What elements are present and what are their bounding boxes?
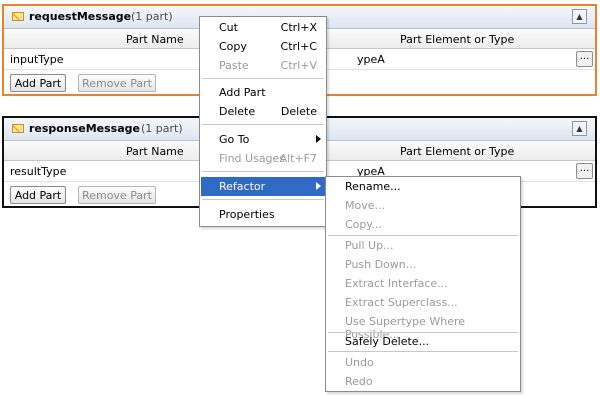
menu-separator <box>328 351 518 352</box>
menu-separator <box>202 171 324 172</box>
menu-item-label: Rename... <box>345 180 401 193</box>
menu-item-undo[interactable]: Undo <box>327 353 519 372</box>
menu-item-extract-interface[interactable]: Extract Interface... <box>327 274 519 293</box>
column-header-part-name[interactable]: Part Name <box>126 145 184 158</box>
collapse-button[interactable]: ▲ <box>572 121 587 136</box>
collapse-button[interactable]: ▲ <box>572 9 587 24</box>
add-part-button[interactable]: Add Part <box>10 74 66 92</box>
menu-item-label: Extract Superclass... <box>345 296 458 309</box>
menu-item-shortcut: Ctrl+V <box>280 59 317 72</box>
menu-item-go-to[interactable]: Go To <box>201 130 325 149</box>
menu-item-label: Pull Up... <box>345 239 394 252</box>
submenu-arrow-icon <box>316 135 321 143</box>
menu-item-shortcut: Ctrl+C <box>280 40 317 53</box>
menu-separator <box>202 199 324 200</box>
column-header-part-name[interactable]: Part Name <box>126 33 184 46</box>
menu-item-shortcut: Ctrl+X <box>280 21 317 34</box>
panel-title: requestMessage <box>29 10 132 23</box>
menu-item-label: Copy... <box>345 218 382 231</box>
menu-item-copy-class[interactable]: Copy... <box>327 215 519 234</box>
menu-item-copy[interactable]: Copy Ctrl+C <box>201 37 325 56</box>
menu-item-label: Push Down... <box>345 258 417 271</box>
context-menu: Cut Ctrl+X Copy Ctrl+C Paste Ctrl+V Add … <box>199 16 327 227</box>
menu-item-cut[interactable]: Cut Ctrl+X <box>201 18 325 37</box>
message-envelope-icon <box>12 124 24 133</box>
part-count: (1 part) <box>141 122 183 135</box>
menu-separator <box>202 124 324 125</box>
menu-item-safely-delete[interactable]: Safely Delete... <box>327 332 519 351</box>
menu-item-paste[interactable]: Paste Ctrl+V <box>201 56 325 75</box>
menu-item-push-down[interactable]: Push Down... <box>327 255 519 274</box>
submenu-arrow-icon <box>316 182 321 190</box>
menu-separator <box>202 78 324 79</box>
remove-part-button[interactable]: Remove Part <box>78 186 156 204</box>
menu-item-label: Undo <box>345 356 374 369</box>
refactor-submenu: Rename... Move... Copy... Pull Up... Pus… <box>325 176 521 392</box>
browse-type-button[interactable]: ... <box>576 51 593 67</box>
part-name-cell[interactable]: inputType <box>10 53 64 66</box>
add-part-button[interactable]: Add Part <box>10 186 66 204</box>
menu-item-label: Go To <box>219 133 250 146</box>
column-header-part-type[interactable]: Part Element or Type <box>400 33 514 46</box>
menu-item-label: Redo <box>345 375 373 388</box>
menu-item-label: Extract Interface... <box>345 277 448 290</box>
menu-item-use-supertype[interactable]: Use Supertype Where Possible... <box>327 312 519 341</box>
menu-item-label: Move... <box>345 199 385 212</box>
menu-item-pull-up[interactable]: Pull Up... <box>327 236 519 255</box>
menu-item-find-usages[interactable]: Find Usages Alt+F7 <box>201 149 325 168</box>
menu-item-label: Refactor <box>219 180 266 193</box>
menu-item-redo[interactable]: Redo <box>327 372 519 391</box>
menu-item-label: Safely Delete... <box>345 335 430 348</box>
column-header-part-type[interactable]: Part Element or Type <box>400 145 514 158</box>
browse-type-button[interactable]: ... <box>576 163 593 179</box>
menu-item-delete[interactable]: Delete Delete <box>201 102 325 121</box>
menu-item-properties[interactable]: Properties <box>201 205 325 224</box>
menu-item-label: Properties <box>219 208 275 221</box>
menu-item-refactor[interactable]: Refactor <box>201 177 325 196</box>
menu-item-label: Delete <box>219 105 256 118</box>
remove-part-button[interactable]: Remove Part <box>78 74 156 92</box>
menu-item-add-part[interactable]: Add Part <box>201 83 325 102</box>
menu-item-shortcut: Alt+F7 <box>279 152 317 165</box>
menu-item-label: Cut <box>219 21 238 34</box>
part-name-cell[interactable]: resultType <box>10 165 66 178</box>
menu-item-extract-superclass[interactable]: Extract Superclass... <box>327 293 519 312</box>
menu-item-label: Find Usages <box>219 152 286 165</box>
menu-item-move[interactable]: Move... <box>327 196 519 215</box>
menu-item-label: Paste <box>219 59 249 72</box>
menu-item-label: Add Part <box>219 86 266 99</box>
message-envelope-icon <box>12 12 24 21</box>
panel-title: responseMessage <box>29 122 140 135</box>
part-count: (1 part) <box>131 10 173 23</box>
part-type-cell[interactable]: ypeA <box>357 53 385 66</box>
menu-item-shortcut: Delete <box>280 105 317 118</box>
menu-item-rename[interactable]: Rename... <box>327 177 519 196</box>
menu-item-label: Copy <box>219 40 247 53</box>
